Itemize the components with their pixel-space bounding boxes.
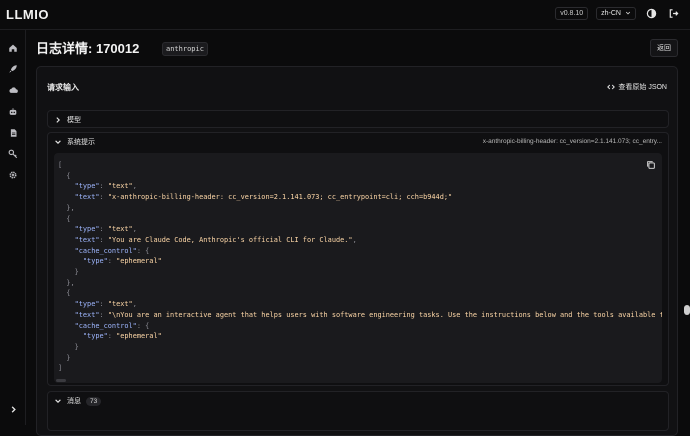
sidebar-item-settings[interactable] [7,169,19,181]
sidebar-item-keys[interactable] [7,148,19,160]
code-line: { [58,214,71,223]
chevron-right-icon [11,405,16,413]
code-line: "type": "ephemeral" [58,332,162,341]
view-raw-json-label: 查看原始 JSON [618,84,667,91]
code-line: "type": "text", [58,225,137,234]
sidebar-item-bot[interactable] [7,106,19,118]
sidebar-item-logs[interactable] [7,127,19,139]
view-raw-json-button[interactable]: 查看原始 JSON [607,82,667,92]
sidebar [0,30,26,425]
code-line: }, [58,203,75,212]
sidebar-item-home[interactable] [7,42,19,54]
page-title: 日志详情: 170012 [36,41,140,56]
model-section-header[interactable]: 模型 [48,111,668,129]
copy-icon[interactable] [646,160,656,170]
gear-icon [9,171,17,179]
system-prompt-preview: x-anthropic-billing-header: cc_version=2… [482,138,662,145]
page-scrollbar-thumb[interactable] [684,305,690,315]
code-line: [ [58,161,63,169]
code-line: "text": "You are Claude Code, Anthropic'… [58,235,357,244]
code-line: "type": "text", [58,182,137,191]
top-right-controls: v0.8.10 zh-CN [555,6,680,20]
home-icon [9,44,17,52]
brand-logo[interactable]: LLMIO [6,7,49,22]
language-value: zh-CN [601,9,621,17]
chevron-down-icon [55,140,61,144]
code-icon [607,84,616,90]
code-line: } [58,342,79,351]
contrast-icon [646,8,656,18]
sidebar-item-rocket[interactable] [7,63,19,75]
chevron-right-icon [56,117,60,123]
system-prompt-section: 系统提示 x-anthropic-billing-header: cc_vers… [47,132,669,386]
code-line: { [58,171,71,180]
model-section-label: 模型 [67,117,81,124]
robot-icon [9,108,17,115]
code-line: } [58,353,71,362]
messages-section: 消息 73 [47,391,669,431]
system-prompt-label: 系统提示 [67,139,95,146]
theme-toggle-button[interactable] [644,6,658,20]
messages-label: 消息 [67,398,81,405]
model-section: 模型 [47,110,669,128]
code-line: "text": "\nYou are an interactive agent … [58,310,662,319]
code-line: "type": "text", [58,300,137,309]
back-button[interactable]: 返回 [650,39,678,57]
logout-button[interactable] [666,6,680,20]
document-icon [10,129,16,137]
code-line: "cache_control": { [58,246,150,255]
chevron-down-icon [625,11,631,15]
code-line: "text": "x-anthropic-billing-header: cc_… [58,193,453,202]
version-badge: v0.8.10 [555,6,589,20]
rocket-icon [9,65,17,73]
horizontal-scrollbar[interactable] [56,379,66,382]
sidebar-item-cloud[interactable] [7,84,19,96]
key-icon [8,149,18,159]
code-line: ] [58,364,63,373]
cloud-icon [8,87,18,93]
code-line: } [58,268,79,276]
request-input-card: 请求输入 查看原始 JSON 模型 系统提示 x-anthropic-billi… [36,66,678,436]
main-content: 日志详情: 170012 anthropic 返回 请求输入 查看原始 JSON… [26,30,690,436]
code-line: }, [58,278,75,287]
language-select[interactable]: zh-CN [596,6,636,20]
code-line: "type": "ephemeral" [58,257,162,266]
messages-count-badge: 73 [86,396,102,406]
provider-badge: anthropic [162,42,208,56]
code-line: { [58,289,71,298]
code-line: "cache_control": { [58,321,150,330]
top-bar: LLMIO v0.8.10 zh-CN [0,0,690,30]
sidebar-expand-button[interactable] [7,403,19,415]
messages-header[interactable]: 消息 73 [48,392,668,410]
chevron-down-icon [55,399,61,403]
card-title: 请求输入 [47,83,79,92]
logout-icon [669,8,678,18]
system-prompt-code-block[interactable]: [ { "type": "text", "text": "x-anthropic… [54,153,662,383]
